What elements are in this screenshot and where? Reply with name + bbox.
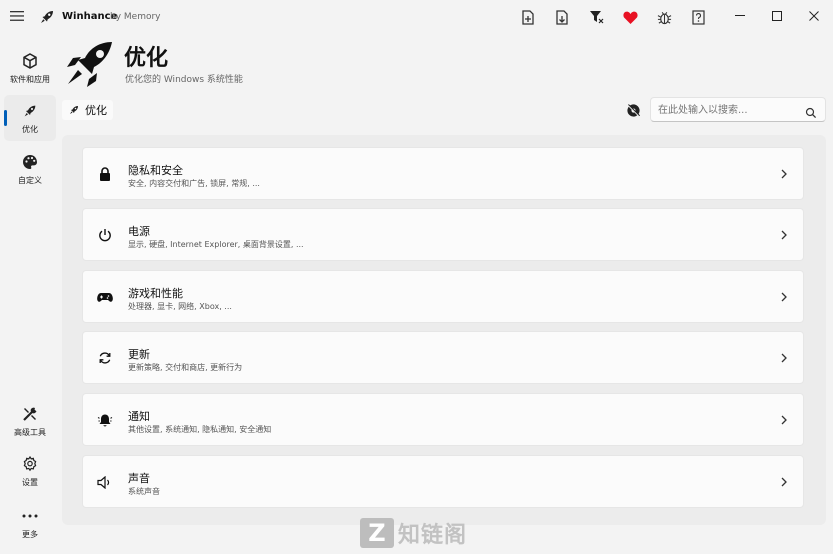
watermark-text: 知链阁 (398, 523, 468, 548)
chevron-right-icon (779, 167, 789, 181)
power-icon (97, 227, 113, 243)
card-sound[interactable]: 声音 系统声音 (82, 455, 804, 508)
search-icon[interactable] (805, 104, 817, 119)
sidebar-item-label: 高级工具 (14, 427, 46, 437)
card-description: 显示, 硬盘, Internet Explorer, 桌面背景设置, ... (128, 240, 304, 249)
card-privacy-security[interactable]: 隐私和安全 安全, 内容交付和广告, 锁屏, 常规, ... (82, 147, 804, 200)
chevron-right-icon (779, 351, 789, 365)
search-box[interactable] (650, 97, 826, 122)
breadcrumb: 优化 (62, 100, 113, 120)
card-description: 处理器, 显卡, 网络, Xbox, ... (128, 302, 232, 311)
watermark-letter: Z (360, 518, 394, 548)
card-notifications[interactable]: 通知 其他设置, 系统通知, 隐私通知, 安全通知 (82, 393, 804, 446)
app-logo-rocket-icon (38, 8, 56, 26)
sidebar-item-label: 更多 (22, 529, 38, 539)
import-config-icon[interactable] (553, 8, 571, 26)
sidebar-item-label: 设置 (22, 477, 38, 487)
minimize-button[interactable] (725, 6, 755, 26)
rocket-icon (21, 102, 39, 120)
hero-rocket-icon (64, 40, 116, 88)
lock-icon (97, 166, 113, 182)
card-description: 更新策略, 交付和商店, 更新行为 (128, 363, 243, 372)
gear-icon (21, 455, 39, 473)
chevron-right-icon (779, 290, 789, 304)
card-title: 通知 (128, 410, 150, 423)
card-description: 安全, 内容交付和广告, 锁屏, 常规, ... (128, 179, 260, 188)
more-icon (21, 507, 39, 525)
watermark-logo: Z 知链阁 (360, 516, 472, 550)
card-title: 隐私和安全 (128, 164, 183, 177)
card-description: 系统声音 (128, 487, 160, 496)
card-gaming-performance[interactable]: 游戏和性能 处理器, 显卡, 网络, Xbox, ... (82, 270, 804, 323)
card-title: 声音 (128, 472, 150, 485)
sidebar-item-more[interactable]: 更多 (4, 500, 56, 546)
refresh-icon (97, 350, 113, 366)
sidebar: 软件和应用 优化 自定义 高级工具 设置 更多 (0, 40, 60, 550)
help-icon[interactable] (689, 8, 707, 26)
optimization-categories-panel: 隐私和安全 安全, 内容交付和广告, 锁屏, 常规, ... 电源 显示, 硬盘… (62, 135, 826, 525)
search-input[interactable] (658, 102, 798, 118)
close-button[interactable] (799, 6, 829, 26)
sidebar-item-label: 优化 (22, 124, 38, 134)
app-subtitle: by Memory (110, 12, 161, 22)
package-icon (21, 52, 39, 70)
bell-icon (97, 412, 113, 428)
sidebar-item-label: 软件和应用 (10, 74, 50, 84)
card-power[interactable]: 电源 显示, 硬盘, Internet Explorer, 桌面背景设置, ..… (82, 208, 804, 261)
app-window: Winhance by Memory 软件和应用 优化 自定义 高级工具 设置 … (0, 0, 833, 554)
export-config-icon[interactable] (519, 8, 537, 26)
tools-icon (21, 405, 39, 423)
filter-icon[interactable] (587, 8, 605, 26)
bug-report-icon[interactable] (655, 8, 673, 26)
hamburger-menu-icon[interactable] (8, 8, 26, 24)
chevron-right-icon (779, 413, 789, 427)
card-description: 其他设置, 系统通知, 隐私通知, 安全通知 (128, 425, 272, 434)
card-title: 电源 (128, 225, 150, 238)
card-title: 更新 (128, 348, 150, 361)
breadcrumb-label: 优化 (85, 104, 107, 117)
page-title: 优化 (124, 46, 169, 71)
maximize-button[interactable] (762, 6, 792, 26)
donate-heart-icon[interactable] (621, 8, 639, 26)
sidebar-item-advanced-tools[interactable]: 高级工具 (4, 398, 56, 444)
chevron-right-icon (779, 228, 789, 242)
speaker-icon (97, 474, 113, 490)
title-bar: Winhance by Memory (0, 0, 833, 34)
sidebar-item-settings[interactable]: 设置 (4, 448, 56, 494)
app-name: Winhance (62, 11, 118, 22)
sidebar-item-customize[interactable]: 自定义 (4, 146, 56, 192)
rocket-icon (68, 104, 80, 116)
sidebar-item-optimize[interactable]: 优化 (4, 95, 56, 141)
toggle-visibility-eye-off-icon[interactable] (624, 101, 642, 119)
palette-icon (21, 153, 39, 171)
page-subtitle: 优化您的 Windows 系统性能 (125, 75, 243, 85)
card-updates[interactable]: 更新 更新策略, 交付和商店, 更新行为 (82, 331, 804, 384)
card-title: 游戏和性能 (128, 287, 183, 300)
gamepad-icon (97, 289, 113, 305)
chevron-right-icon (779, 475, 789, 489)
sidebar-item-label: 自定义 (18, 175, 42, 185)
sidebar-item-software-apps[interactable]: 软件和应用 (4, 45, 56, 91)
